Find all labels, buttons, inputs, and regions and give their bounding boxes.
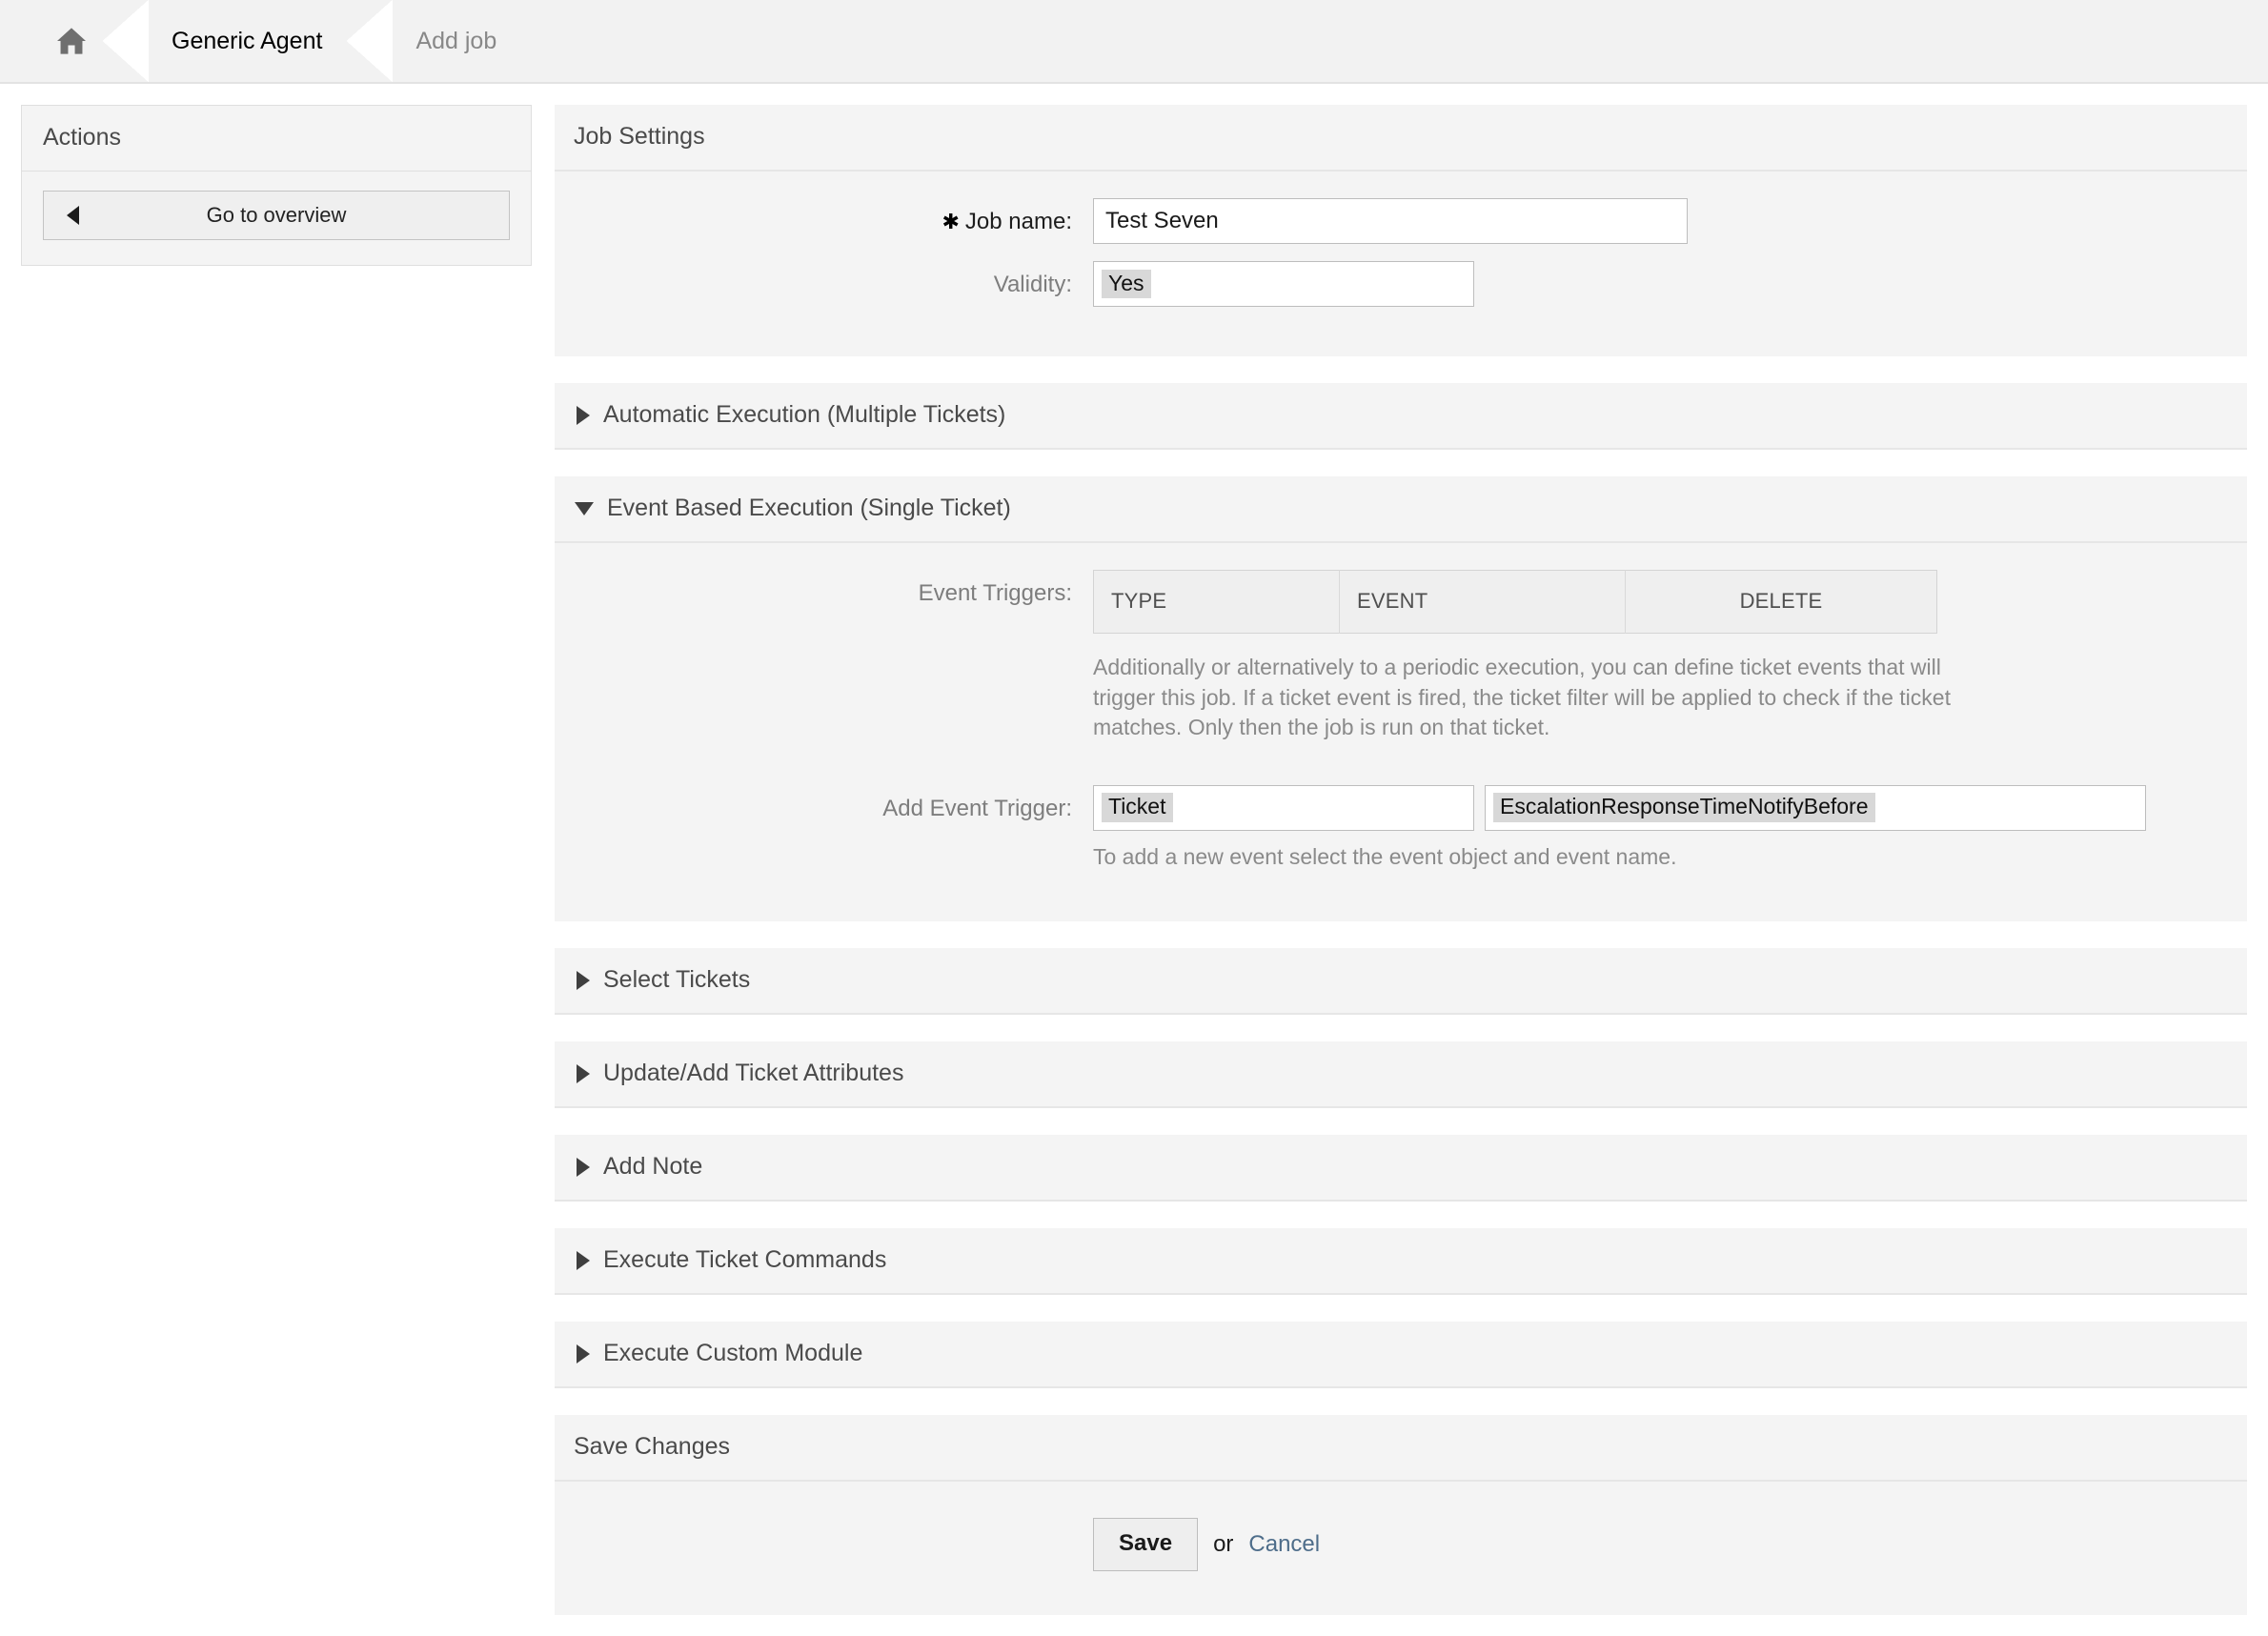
table-header-delete: DELETE [1625, 570, 1937, 634]
divider [555, 450, 2247, 476]
divider [555, 1202, 2247, 1228]
add-event-trigger-field-wrap: Ticket EscalationResponseTimeNotifyBefor… [1093, 784, 2228, 873]
event-object-select[interactable]: Ticket [1093, 784, 1474, 831]
go-to-overview-label: Go to overview [206, 203, 347, 227]
breadcrumb-item-add-job: Add job [370, 0, 544, 82]
panel-event-based-execution: Event Based Execution (Single Ticket) Ev… [555, 476, 2247, 921]
section-title-automatic-execution: Automatic Execution (Multiple Tickets) [603, 401, 1006, 428]
job-settings-body: ✱Job name: Validity: Yes [555, 172, 2247, 356]
section-toggle-execute-ticket-commands[interactable]: Execute Ticket Commands [555, 1228, 2247, 1295]
caret-left-icon [67, 206, 79, 225]
breadcrumb-label-generic-agent: Generic Agent [172, 27, 323, 54]
add-event-trigger-row: Add Event Trigger: Ticket EscalationResp… [574, 784, 2228, 873]
breadcrumb-label-add-job: Add job [415, 27, 497, 54]
divider [555, 1108, 2247, 1135]
divider [555, 921, 2247, 948]
panel-select-tickets: Select Tickets [555, 948, 2247, 1015]
job-settings-title: Job Settings [574, 123, 705, 150]
event-triggers-field-wrap: TYPE EVENT DELETE Additionally or altern… [1093, 570, 2228, 743]
panel-update-add-ticket-attributes: Update/Add Ticket Attributes [555, 1041, 2247, 1108]
panel-automatic-execution: Automatic Execution (Multiple Tickets) [555, 383, 2247, 450]
panel-save-changes: Save Changes Save or Cancel [555, 1415, 2247, 1615]
event-object-selected-value: Ticket [1102, 793, 1173, 822]
go-to-overview-button[interactable]: Go to overview [43, 191, 510, 240]
table-header-event: EVENT [1339, 570, 1626, 634]
section-toggle-event-based-execution[interactable]: Event Based Execution (Single Ticket) [555, 476, 2247, 543]
event-triggers-row: Event Triggers: TYPE EVENT DELETE Additi… [574, 570, 2228, 743]
chevron-right-icon [577, 970, 590, 990]
chevron-right-icon [577, 1063, 590, 1083]
section-title-update-add-ticket-attributes: Update/Add Ticket Attributes [603, 1060, 904, 1086]
job-name-label: Job name: [964, 209, 1072, 234]
save-actions: Save or Cancel [574, 1518, 2228, 1571]
section-title-save-changes: Save Changes [574, 1433, 731, 1460]
required-marker-icon: ✱ [942, 210, 960, 233]
event-triggers-hint: Additionally or alternatively to a perio… [1093, 655, 1951, 739]
table-header-row: TYPE EVENT DELETE [1093, 570, 1937, 634]
job-name-input[interactable] [1093, 198, 1688, 244]
breadcrumb-home[interactable] [0, 0, 149, 82]
breadcrumb: Generic Agent Add job [0, 0, 2268, 84]
chevron-down-icon [575, 501, 594, 515]
validity-label: Validity: [993, 272, 1072, 297]
section-toggle-add-note[interactable]: Add Note [555, 1135, 2247, 1202]
section-title-select-tickets: Select Tickets [603, 966, 751, 993]
sidebar: Actions Go to overview [21, 105, 532, 266]
actions-widget-body: Go to overview [22, 172, 531, 265]
page-layout: Actions Go to overview Job Settings ✱ Job… [0, 84, 2268, 1636]
chevron-right-icon [577, 1343, 590, 1363]
add-event-trigger-selects: Ticket EscalationResponseTimeNotifyBefor… [1093, 784, 2228, 831]
job-name-row: ✱ Job name: [574, 198, 2228, 244]
chevron-right-icon [577, 1250, 590, 1270]
section-toggle-execute-custom-module[interactable]: Execute Custom Module [555, 1322, 2247, 1388]
or-label: or [1213, 1531, 1234, 1557]
event-name-selected-value: EscalationResponseTimeNotifyBefore [1493, 793, 1875, 822]
breadcrumb-item-generic-agent[interactable]: Generic Agent [126, 0, 394, 82]
home-icon [55, 27, 88, 55]
panel-execute-custom-module: Execute Custom Module [555, 1322, 2247, 1388]
actions-title: Actions [22, 106, 531, 172]
section-title-execute-custom-module: Execute Custom Module [603, 1340, 863, 1366]
divider [555, 1295, 2247, 1322]
divider [555, 356, 2247, 383]
section-title-execute-ticket-commands: Execute Ticket Commands [603, 1246, 887, 1273]
job-settings-header: Job Settings [555, 105, 2247, 172]
panel-execute-ticket-commands: Execute Ticket Commands [555, 1228, 2247, 1295]
section-title-event-based-execution: Event Based Execution (Single Ticket) [607, 495, 1011, 521]
add-event-trigger-hint: To add a new event select the event obje… [1093, 843, 1677, 869]
chevron-right-icon [577, 405, 590, 425]
validity-field-wrap: Yes [1093, 261, 2228, 307]
save-button[interactable]: Save [1093, 1518, 1199, 1571]
section-title-add-note: Add Note [603, 1153, 703, 1180]
event-triggers-label: Event Triggers: [918, 580, 1072, 606]
validity-selected-value: Yes [1102, 269, 1151, 299]
chevron-right-icon [577, 1157, 590, 1177]
event-triggers-table: TYPE EVENT DELETE [1093, 570, 1937, 634]
table-header-type: TYPE [1093, 570, 1340, 634]
save-changes-body: Save or Cancel [555, 1482, 2247, 1615]
panel-job-settings: Job Settings ✱Job name: Validity: Yes [555, 105, 2247, 356]
main-content: Job Settings ✱Job name: Validity: Yes [555, 105, 2247, 1615]
cancel-link[interactable]: Cancel [1248, 1531, 1320, 1558]
validity-row: Validity: Yes [574, 261, 2228, 307]
section-toggle-update-add-ticket-attributes[interactable]: Update/Add Ticket Attributes [555, 1041, 2247, 1108]
section-toggle-select-tickets[interactable]: Select Tickets [555, 948, 2247, 1015]
save-changes-header: Save Changes [555, 1415, 2247, 1482]
job-name-field-wrap [1093, 198, 2228, 244]
add-event-trigger-label: Add Event Trigger: [882, 795, 1072, 821]
divider [555, 1388, 2247, 1415]
job-name-label-wrap: ✱ Job name: [574, 198, 1093, 235]
section-toggle-automatic-execution[interactable]: Automatic Execution (Multiple Tickets) [555, 383, 2247, 450]
event-based-execution-body: Event Triggers: TYPE EVENT DELETE Additi… [555, 543, 2247, 921]
actions-widget: Actions Go to overview [21, 105, 532, 266]
panel-add-note: Add Note [555, 1135, 2247, 1202]
validity-select[interactable]: Yes [1093, 261, 1474, 307]
event-name-select[interactable]: EscalationResponseTimeNotifyBefore [1485, 784, 2146, 831]
divider [555, 1015, 2247, 1041]
